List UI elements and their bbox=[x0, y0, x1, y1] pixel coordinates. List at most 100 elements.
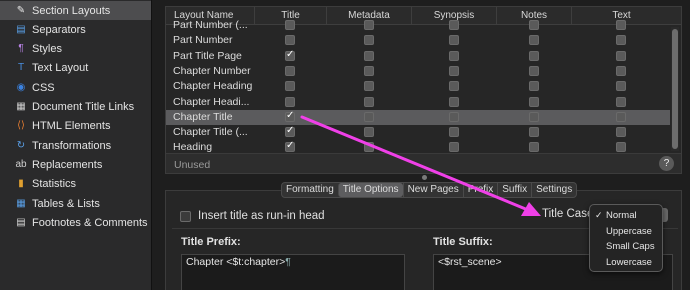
sidebar-item-styles[interactable]: ¶ Styles bbox=[0, 40, 151, 59]
unused-section-bar[interactable]: Unused ? bbox=[166, 153, 681, 173]
title-case-menu: ✓ Normal Uppercase Small Caps Lowercase bbox=[589, 204, 663, 272]
notes-checkbox[interactable] bbox=[528, 81, 539, 92]
synopsis-checkbox[interactable] bbox=[448, 127, 459, 138]
sidebar-item-label: Text Layout bbox=[32, 62, 89, 75]
menu-item-normal[interactable]: ✓ Normal bbox=[590, 209, 662, 223]
title-checkbox[interactable] bbox=[285, 81, 295, 92]
text-checkbox[interactable] bbox=[616, 20, 626, 30]
statistics-icon: ▮ bbox=[18, 178, 24, 190]
tab-formatting[interactable]: Formatting bbox=[282, 183, 338, 197]
title-checkbox[interactable] bbox=[285, 140, 295, 153]
notes-checkbox[interactable] bbox=[528, 20, 539, 30]
synopsis-checkbox[interactable] bbox=[448, 35, 459, 46]
sidebar-item-transformations[interactable]: ↻ Transformations bbox=[0, 136, 151, 155]
text-checkbox[interactable] bbox=[616, 142, 626, 153]
text-checkbox[interactable] bbox=[616, 111, 626, 122]
metadata-checkbox[interactable] bbox=[363, 20, 374, 30]
text-checkbox[interactable] bbox=[616, 50, 626, 61]
text-checkbox[interactable] bbox=[616, 127, 626, 138]
metadata-checkbox[interactable] bbox=[363, 96, 374, 107]
tab-new-pages[interactable]: New Pages bbox=[402, 183, 463, 197]
sidebar-item-label: Section Layouts bbox=[32, 4, 111, 17]
title-suffix-value: <$rst_scene> bbox=[438, 256, 502, 268]
tab-prefix[interactable]: Prefix bbox=[462, 183, 498, 197]
notes-checkbox[interactable] bbox=[528, 96, 539, 107]
transformations-icon: ↻ bbox=[16, 139, 26, 151]
sidebar-item-html-elements[interactable]: ⟨⟩ HTML Elements bbox=[0, 117, 151, 136]
sidebar-item-footnotes-comments[interactable]: ▤ Footnotes & Comments bbox=[0, 213, 151, 232]
layout-name: Chapter Number bbox=[173, 64, 251, 77]
title-checkbox[interactable] bbox=[285, 65, 295, 76]
help-button[interactable]: ? bbox=[659, 156, 674, 171]
separators-icon: ▤ bbox=[16, 23, 26, 35]
synopsis-checkbox[interactable] bbox=[448, 96, 459, 107]
title-suffix-label: Title Suffix: bbox=[433, 236, 493, 248]
metadata-checkbox[interactable] bbox=[363, 111, 374, 122]
text-checkbox[interactable] bbox=[616, 65, 626, 76]
table-scrollbar-thumb[interactable] bbox=[672, 29, 678, 149]
metadata-checkbox[interactable] bbox=[363, 81, 374, 92]
sidebar-item-statistics[interactable]: ▮ Statistics bbox=[0, 175, 151, 194]
layout-name: Part Number (... bbox=[173, 19, 248, 31]
table-row[interactable]: Chapter Heading bbox=[166, 79, 670, 94]
table-row[interactable]: Chapter Title (... bbox=[166, 125, 670, 140]
table-row[interactable]: Part Number bbox=[166, 33, 670, 48]
sidebar-item-label: Separators bbox=[32, 23, 86, 36]
sidebar-item-tables-lists[interactable]: ▦ Tables & Lists bbox=[0, 194, 151, 213]
text-checkbox[interactable] bbox=[616, 96, 626, 107]
menu-item-small-caps[interactable]: Small Caps bbox=[590, 240, 662, 254]
tab-suffix[interactable]: Suffix bbox=[497, 183, 531, 197]
table-row[interactable]: Chapter Headi... bbox=[166, 95, 670, 110]
layout-name: Part Title Page bbox=[173, 49, 242, 62]
tab-settings[interactable]: Settings bbox=[531, 183, 576, 197]
layout-name: Chapter Title (... bbox=[173, 126, 248, 139]
notes-checkbox[interactable] bbox=[528, 127, 539, 138]
sidebar-item-css[interactable]: ◉ CSS bbox=[0, 78, 151, 97]
metadata-checkbox[interactable] bbox=[363, 127, 374, 138]
unused-label: Unused bbox=[174, 159, 211, 171]
text-checkbox[interactable] bbox=[616, 81, 626, 92]
metadata-checkbox[interactable] bbox=[363, 50, 374, 61]
title-checkbox[interactable] bbox=[285, 110, 295, 122]
styles-icon: ¶ bbox=[18, 43, 24, 55]
sidebar-item-section-layouts[interactable]: ✎ Section Layouts bbox=[0, 1, 151, 20]
sidebar-item-document-title-links[interactable]: ▦ Document Title Links bbox=[0, 98, 151, 117]
notes-checkbox[interactable] bbox=[528, 65, 539, 76]
title-checkbox[interactable] bbox=[285, 96, 295, 107]
title-checkbox[interactable] bbox=[285, 49, 295, 61]
table-row[interactable]: Chapter Title bbox=[166, 109, 670, 125]
run-in-head-checkbox[interactable] bbox=[180, 211, 191, 222]
table-row[interactable]: Chapter Number bbox=[166, 64, 670, 79]
tab-title-options[interactable]: Title Options bbox=[337, 183, 403, 197]
metadata-checkbox[interactable] bbox=[363, 142, 374, 153]
sidebar-item-text-layout[interactable]: T Text Layout bbox=[0, 59, 151, 78]
menu-item-uppercase[interactable]: Uppercase bbox=[590, 225, 662, 239]
table-row[interactable]: Part Number (... bbox=[166, 18, 670, 33]
title-prefix-label: Title Prefix: bbox=[181, 236, 241, 248]
sidebar-item-separators[interactable]: ▤ Separators bbox=[0, 20, 151, 39]
title-checkbox[interactable] bbox=[285, 125, 295, 138]
title-checkbox[interactable] bbox=[285, 35, 295, 46]
layout-name: Chapter Headi... bbox=[173, 95, 250, 108]
title-checkbox[interactable] bbox=[285, 20, 295, 30]
title-prefix-value: Chapter <$t:chapter>¶ bbox=[186, 256, 291, 268]
synopsis-checkbox[interactable] bbox=[448, 50, 459, 61]
metadata-checkbox[interactable] bbox=[363, 65, 374, 76]
notes-checkbox[interactable] bbox=[528, 50, 539, 61]
split-drag-handle[interactable] bbox=[422, 175, 427, 180]
sidebar-item-replacements[interactable]: ab Replacements bbox=[0, 155, 151, 174]
sidebar-item-label: CSS bbox=[32, 81, 55, 94]
synopsis-checkbox[interactable] bbox=[448, 65, 459, 76]
notes-checkbox[interactable] bbox=[528, 142, 539, 153]
notes-checkbox[interactable] bbox=[528, 35, 539, 46]
table-row[interactable]: Part Title Page bbox=[166, 49, 670, 64]
menu-item-lowercase[interactable]: Lowercase bbox=[590, 256, 662, 270]
notes-checkbox[interactable] bbox=[528, 111, 539, 122]
synopsis-checkbox[interactable] bbox=[448, 142, 459, 153]
tables-lists-icon: ▦ bbox=[16, 197, 26, 209]
synopsis-checkbox[interactable] bbox=[448, 81, 459, 92]
synopsis-checkbox[interactable] bbox=[448, 111, 459, 122]
text-checkbox[interactable] bbox=[616, 35, 626, 46]
synopsis-checkbox[interactable] bbox=[448, 20, 459, 30]
metadata-checkbox[interactable] bbox=[363, 35, 374, 46]
